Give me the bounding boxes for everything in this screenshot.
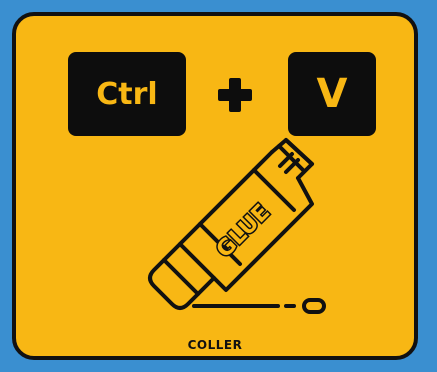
- caption: COLLER: [187, 338, 243, 352]
- glue-stick-icon: GLUE: [148, 138, 326, 314]
- glue-label: GLUE: [212, 200, 275, 263]
- v-key: V: [288, 52, 376, 136]
- v-key-label: V: [316, 71, 348, 117]
- ctrl-key-label: Ctrl: [96, 76, 158, 112]
- ctrl-key: Ctrl: [68, 52, 186, 136]
- card: Ctrl V GLUE COLLER: [12, 12, 418, 360]
- plus-icon: [218, 78, 252, 112]
